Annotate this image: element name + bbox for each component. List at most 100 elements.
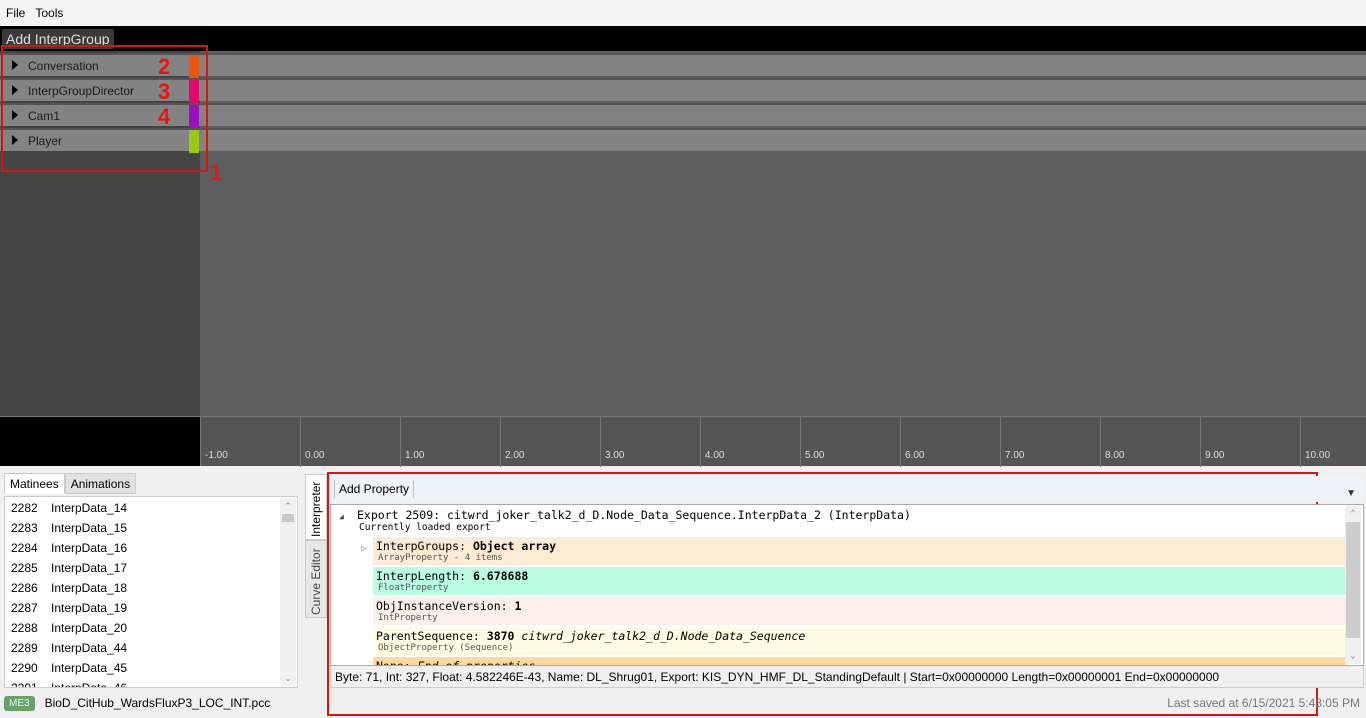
property-extra: citwrd_joker_talk2_d_D.Node_Data_Sequenc… xyxy=(514,629,806,643)
group-color-swatch xyxy=(189,105,199,128)
tick-label: 9.00 xyxy=(1205,450,1225,461)
interp-group-row[interactable]: Cam1 xyxy=(0,103,1366,128)
interp-group-row[interactable]: Conversation xyxy=(0,53,1366,78)
matinee-list-item[interactable]: 2283 InterpData_15 xyxy=(11,521,127,541)
tab-matinees[interactable]: Matinees xyxy=(4,473,65,494)
property-name: ObjInstanceVersion: 1 xyxy=(376,599,522,613)
add-interp-group-button[interactable]: Add InterpGroup xyxy=(2,29,114,49)
annotation-1: 1 xyxy=(210,160,223,185)
scroll-up-icon[interactable]: ⌃ xyxy=(1345,506,1361,522)
interp-group-row[interactable]: Player xyxy=(0,128,1366,153)
property-type: ArrayProperty - 4 items xyxy=(378,553,503,563)
matinee-tabs: Matinees Animations xyxy=(4,473,137,494)
matinee-index: 2291 xyxy=(11,681,38,688)
group-name: Conversation xyxy=(28,59,99,73)
scroll-down-icon[interactable]: ⌄ xyxy=(1345,648,1361,664)
expand-arrow-icon[interactable] xyxy=(12,60,18,70)
expand-icon[interactable]: ▷ xyxy=(361,544,366,554)
ruler-tick: 10.00 xyxy=(1300,417,1330,467)
property-value: 6.678688 xyxy=(472,569,529,583)
property-value: 1 xyxy=(514,599,522,613)
property-name: InterpGroups: Object array xyxy=(376,539,557,553)
file-bar: ME3 BioD_CitHub_WardsFluxP3_LOC_INT.pcc xyxy=(4,692,270,714)
matinee-panel: Matinees Animations 2282 InterpData_14 228… xyxy=(0,466,300,718)
matinee-index: 2283 xyxy=(11,521,38,535)
property-row[interactable]: ObjInstanceVersion: 1 IntProperty xyxy=(373,597,1345,625)
expand-arrow-icon[interactable] xyxy=(12,110,18,120)
property-value: Object array xyxy=(472,539,557,553)
property-type: FloatProperty xyxy=(378,583,449,593)
matinee-list-item[interactable]: 2288 InterpData_20 xyxy=(11,621,127,641)
group-name: InterpGroupDirector xyxy=(28,84,135,98)
interpreter-panel: Add Property ▼ ◢ Export 2509: citwrd_jok… xyxy=(330,474,1366,718)
ruler-spacer xyxy=(0,417,200,467)
property-tree[interactable]: ◢ Export 2509: citwrd_joker_talk2_d_D.No… xyxy=(330,504,1364,666)
matinee-name: InterpData_17 xyxy=(51,561,128,575)
property-name: None: End of properties xyxy=(376,659,536,666)
tick-label: 4.00 xyxy=(705,450,725,461)
tab-curve-editor[interactable]: Curve Editor xyxy=(305,540,327,618)
matinee-name: InterpData_19 xyxy=(51,601,128,615)
matinee-list-item[interactable]: 2285 InterpData_17 xyxy=(11,561,127,581)
matinee-index: 2284 xyxy=(11,541,38,555)
matinee-name: InterpData_18 xyxy=(51,581,128,595)
property-row[interactable]: None: End of properties xyxy=(373,657,1345,666)
file-name: BioD_CitHub_WardsFluxP3_LOC_INT.pcc xyxy=(44,696,271,710)
scroll-thumb[interactable] xyxy=(1346,522,1360,638)
matinee-name: InterpData_16 xyxy=(51,541,128,555)
scroll-down-icon[interactable]: ⌄ xyxy=(280,670,296,686)
matinee-list-item[interactable]: 2284 InterpData_16 xyxy=(11,541,127,561)
tick-label: 6.00 xyxy=(905,450,925,461)
ruler-tick: 7.00 xyxy=(1000,417,1024,467)
property-row[interactable]: ParentSequence: 3870 citwrd_joker_talk2_… xyxy=(373,627,1345,655)
property-row[interactable]: InterpLength: 6.678688 FloatProperty xyxy=(373,567,1345,595)
scroll-thumb[interactable] xyxy=(282,514,294,522)
scroll-up-icon[interactable]: ⌃ xyxy=(280,498,296,514)
tick-label: 1.00 xyxy=(405,450,425,461)
matinee-list-item[interactable]: 2286 InterpData_18 xyxy=(11,581,127,601)
add-property-button[interactable]: Add Property xyxy=(339,482,409,496)
matinee-list-item[interactable]: 2289 InterpData_44 xyxy=(11,641,127,661)
matinee-name: InterpData_45 xyxy=(51,661,128,675)
group-color-swatch xyxy=(189,80,199,103)
matinee-index: 2285 xyxy=(11,561,38,575)
property-name: InterpLength: 6.678688 xyxy=(376,569,529,583)
tick-label: 8.00 xyxy=(1105,450,1125,461)
interp-group-row[interactable]: InterpGroupDirector xyxy=(0,78,1366,103)
annotation-4: 4 xyxy=(158,104,171,129)
matinee-index: 2287 xyxy=(11,601,38,615)
menu-file[interactable]: File xyxy=(6,6,25,20)
expand-arrow-icon[interactable] xyxy=(12,135,18,145)
property-extra: End of properties xyxy=(417,659,536,666)
matinee-index: 2289 xyxy=(11,641,38,655)
expand-arrow-icon[interactable] xyxy=(12,85,18,95)
group-color-swatch xyxy=(189,55,199,78)
interpreter-toolbar: Add Property ▼ xyxy=(330,476,1364,502)
tick-label: 10.00 xyxy=(1305,450,1331,461)
property-row[interactable]: InterpGroups: Object array ArrayProperty … xyxy=(373,537,1345,565)
last-saved-status: Last saved at 6/15/2021 5:48:05 PM xyxy=(1167,696,1360,710)
ruler-tick: -1.00 xyxy=(200,417,228,467)
tab-interpreter[interactable]: Interpreter xyxy=(305,474,327,540)
annotation-3: 3 xyxy=(158,79,171,104)
matinee-list-item[interactable]: 2282 InterpData_14 xyxy=(11,501,127,521)
tick-label: 3.00 xyxy=(605,450,625,461)
tick-label: 2.00 xyxy=(505,450,525,461)
overflow-icon[interactable]: ▼ xyxy=(1346,488,1356,499)
annotation-2: 2 xyxy=(158,54,171,79)
timeline-area: Conversation InterpGroupDirector Cam1 Playe… xyxy=(0,51,1366,416)
ruler-tick: 2.00 xyxy=(500,417,524,467)
hex-status-line: Byte: 71, Int: 327, Float: 4.582246E-43,… xyxy=(330,666,1364,688)
time-ruler[interactable]: -1.00 0.00 1.00 2.00 3.00 4.00 5.00 6.00 7.00 8.0… xyxy=(0,416,1366,467)
collapse-icon[interactable]: ◢ xyxy=(339,512,344,521)
matinee-list-item[interactable]: 2290 InterpData_45 xyxy=(11,661,127,681)
matinee-index: 2288 xyxy=(11,621,38,635)
menu-tools[interactable]: Tools xyxy=(35,6,63,20)
tab-animations[interactable]: Animations xyxy=(64,473,137,494)
matinee-list[interactable]: 2282 InterpData_14 2283 InterpData_15 2284 In… xyxy=(4,496,298,688)
matinee-list-item[interactable]: 2287 InterpData_19 xyxy=(11,601,127,621)
matinee-list-item[interactable]: 2291 InterpData_46 xyxy=(11,681,127,688)
property-scrollbar[interactable]: ⌃ ⌄ xyxy=(1345,506,1361,664)
matinee-scrollbar[interactable]: ⌃ ⌄ xyxy=(280,498,296,686)
matinee-index: 2282 xyxy=(11,501,38,515)
